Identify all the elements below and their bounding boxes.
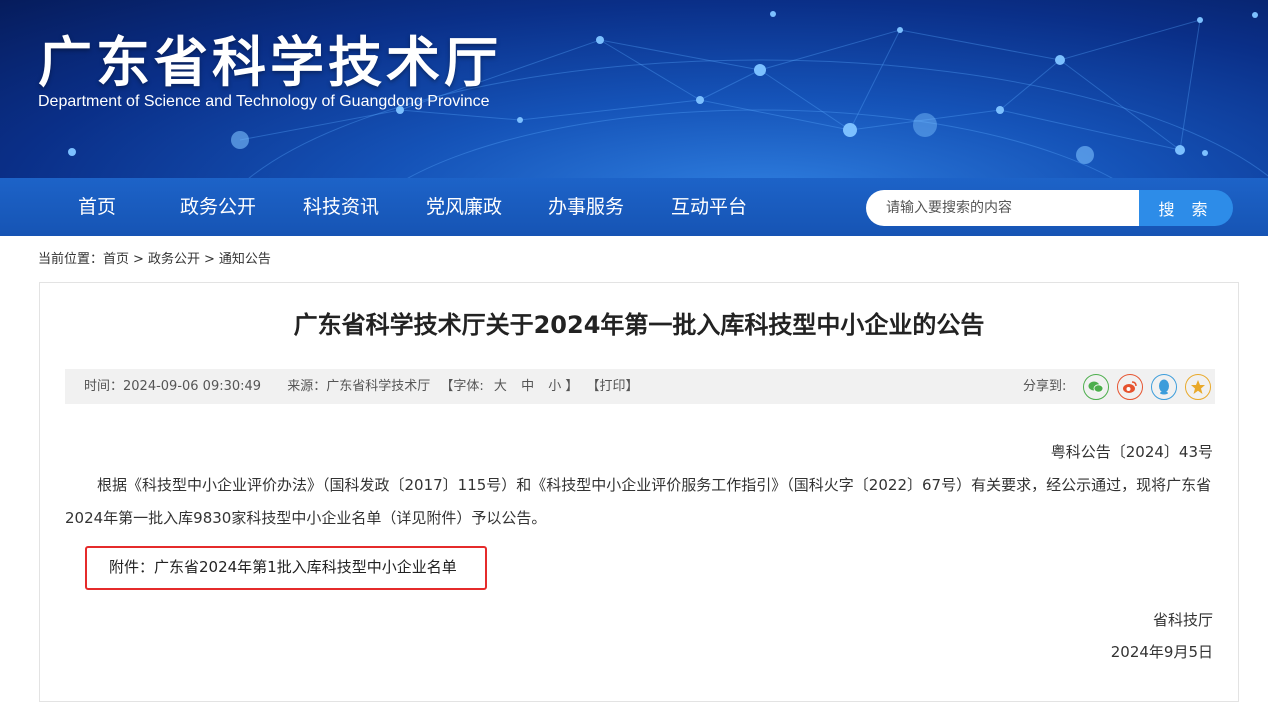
share-label: 分享到: (1023, 379, 1067, 394)
nav-item-party-integrity[interactable]: 党风廉政 (426, 178, 502, 236)
font-size-large[interactable]: 大 (494, 379, 507, 394)
breadcrumb-notices[interactable]: 通知公告 (219, 252, 271, 267)
article-container: 广东省科学技术厅关于2024年第一批入库科技型中小企业的公告 时间：2024-0… (39, 282, 1239, 702)
nav-item-services[interactable]: 办事服务 (548, 178, 624, 236)
nav-item-tech-news[interactable]: 科技资讯 (303, 178, 379, 236)
nav-item-government-affairs[interactable]: 政务公开 (180, 178, 256, 236)
site-title: 广东省科学技术厅 (38, 31, 502, 94)
breadcrumb-government-affairs[interactable]: 政务公开 (148, 252, 200, 267)
attachment-link[interactable]: 附件：广东省2024年第1批入库科技型中小企业名单 (109, 556, 457, 577)
article-source: 来源：广东省科学技术厅 (287, 379, 431, 394)
publish-time: 时间：2024-09-06 09:30:49 (84, 379, 262, 394)
favorite-icon[interactable] (1185, 374, 1211, 400)
article-paragraph: 根据《科技型中小企业评价办法》（国科发政〔2017〕115号）和《科技型中小企业… (65, 476, 1212, 527)
search-input[interactable] (866, 190, 1140, 226)
site-subtitle: Department of Science and Technology of … (38, 93, 490, 110)
breadcrumb-separator: > (133, 252, 144, 267)
breadcrumb-prefix: 当前位置： (38, 252, 104, 267)
search-button[interactable]: 搜 索 (1139, 190, 1233, 226)
weibo-icon[interactable] (1117, 374, 1143, 400)
article-title: 广东省科学技术厅关于2024年第一批入库科技型中小企业的公告 (293, 311, 985, 339)
qq-icon[interactable] (1151, 374, 1177, 400)
breadcrumb: 当前位置：首页 > 政务公开 > 通知公告 (38, 248, 271, 267)
nav-item-interaction[interactable]: 互动平台 (671, 178, 747, 236)
wechat-icon[interactable] (1083, 374, 1109, 400)
nav-item-home[interactable]: 首页 (78, 178, 116, 236)
header-banner: 广东省科学技术厅 Department of Science and Techn… (0, 0, 1268, 178)
font-size-label: 【字体: (440, 379, 484, 394)
signature-date: 2024年9月5日 (1110, 643, 1213, 661)
breadcrumb-home[interactable]: 首页 (103, 252, 129, 267)
article-meta: 时间：2024-09-06 09:30:49 来源：广东省科学技术厅 【字体: … (84, 369, 639, 404)
font-size-close: 】 (565, 379, 579, 394)
document-number: 粤科公告〔2024〕43号 (1050, 443, 1213, 461)
breadcrumb-separator: > (203, 252, 215, 267)
signature: 省科技厅 (1152, 611, 1213, 629)
font-size-medium[interactable]: 中 (521, 379, 534, 394)
print-button[interactable]: 【打印】 (587, 379, 639, 394)
article-meta-bar: 时间：2024-09-06 09:30:49 来源：广东省科学技术厅 【字体: … (65, 369, 1215, 404)
font-size-small[interactable]: 小 (548, 379, 561, 394)
